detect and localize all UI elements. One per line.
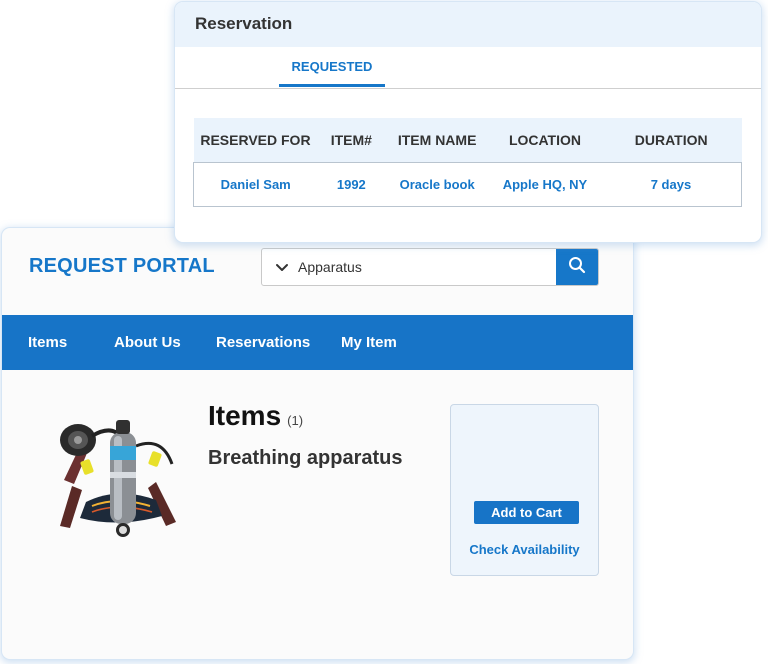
nav-item-reservations[interactable]: Reservations [216, 334, 310, 351]
tab-requested[interactable]: REQUESTED [279, 59, 385, 87]
cell-item-name[interactable]: Oracle book [385, 161, 490, 207]
nav-item-items[interactable]: Items [28, 334, 67, 351]
breathing-apparatus-image[interactable] [52, 416, 184, 544]
items-count: (1) [287, 413, 304, 428]
add-to-cart-button[interactable]: Add to Cart [474, 501, 579, 524]
search-input[interactable] [298, 249, 556, 285]
column-header-item-name: ITEM NAME [397, 131, 477, 148]
cell-location[interactable]: Apple HQ, NY [489, 161, 601, 207]
main-navbar: Items About Us Reservations My Item [2, 315, 633, 370]
search-icon [567, 255, 587, 280]
cell-item-number[interactable]: 1992 [317, 161, 386, 207]
nav-item-my-item[interactable]: My Item [341, 334, 397, 351]
items-heading: Items (1) [208, 400, 303, 432]
check-availability-link[interactable]: Check Availability [451, 542, 598, 557]
search-bar[interactable] [261, 248, 599, 286]
search-button[interactable] [556, 249, 598, 285]
table-row[interactable]: Daniel Sam 1992 Oracle book Apple HQ, NY… [193, 161, 742, 207]
reservation-title: Reservation [195, 14, 293, 33]
tab-divider [175, 88, 761, 89]
table-header-row: RESERVED FOR ITEM# ITEM NAME LOCATION DU… [193, 118, 742, 162]
column-header-location: LOCATION [508, 131, 582, 148]
reservation-header: Reservation [175, 2, 761, 47]
column-header-duration: DURATION [634, 131, 708, 148]
reservation-panel: Reservation REQUESTED RESERVED FOR ITEM#… [175, 2, 761, 242]
reservation-table: RESERVED FOR ITEM# ITEM NAME LOCATION DU… [193, 118, 742, 207]
chevron-down-icon[interactable] [274, 258, 290, 276]
cart-panel: Add to Cart Check Availability [450, 404, 599, 576]
cell-duration[interactable]: 7 days [600, 161, 742, 207]
nav-item-about-us[interactable]: About Us [114, 334, 181, 351]
column-header-item-number: ITEM# [330, 131, 372, 148]
items-heading-title: Items [208, 400, 282, 431]
portal-title: REQUEST PORTAL [29, 255, 215, 277]
product-name[interactable]: Breathing apparatus [208, 447, 402, 470]
column-header-reserved-for: RESERVED FOR [200, 131, 311, 148]
request-portal-window: REQUEST PORTAL Items About Us Reservatio… [2, 228, 633, 659]
cell-reserved-for[interactable]: Daniel Sam [193, 161, 318, 207]
